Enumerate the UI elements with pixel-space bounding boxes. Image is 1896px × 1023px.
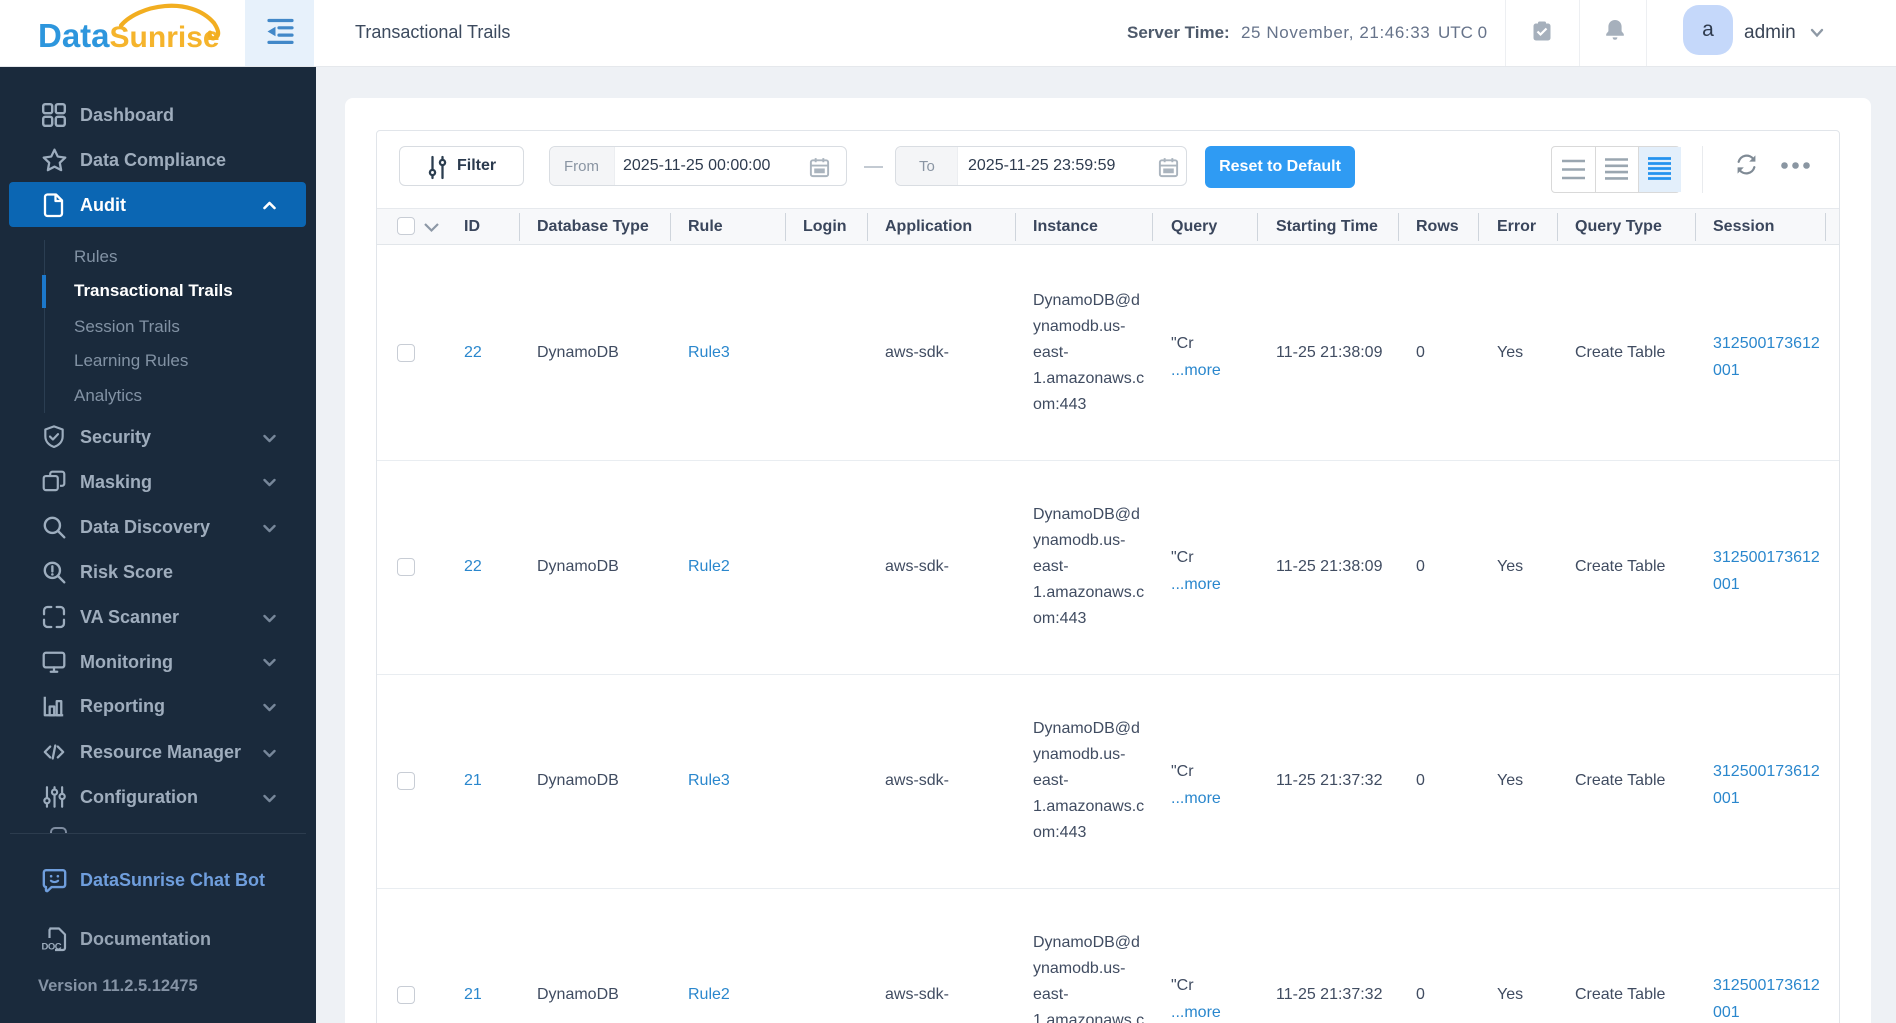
svg-text:DOC: DOC [42, 942, 62, 953]
